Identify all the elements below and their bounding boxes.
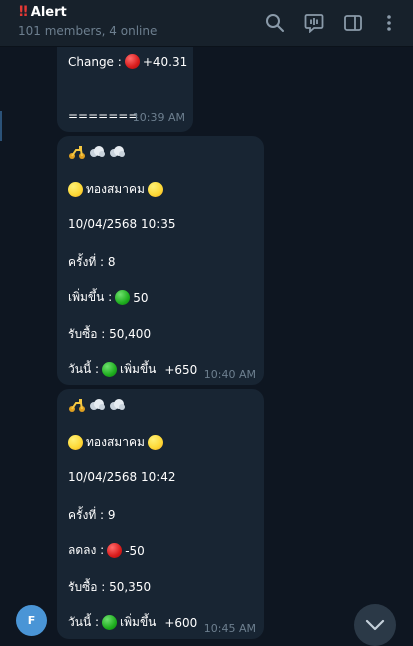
today-value: +600 [164,615,198,630]
today-label: วันนี้ : [68,615,100,629]
gold-association-name: ทองสมาคม [86,182,145,196]
scroll-to-bottom-button[interactable] [354,604,396,646]
message-list[interactable]: Change : +40.31 ======= 10:39 AM ทองสมาค… [0,47,413,641]
emoji-row [68,144,126,160]
more-icon[interactable] [378,12,400,34]
today-direction: เพิ่มขึ้น [120,615,157,629]
emoji-row [68,397,126,413]
red-circle-icon [107,543,123,558]
change-direction-label: เพิ่มขึ้น : [68,290,113,304]
avatar[interactable]: F [16,605,47,636]
avatar-initial: F [27,614,36,627]
today-label: วันนี้ : [68,362,100,376]
buy-price: รับซื้อ : 50,350 [68,580,152,594]
message-bubble[interactable]: ทองสมาคม 10/04/2568 10:42 ครั้งที่ : 9 ล… [57,389,264,639]
yellow-circle-icon [147,182,163,197]
chevron-down-icon [365,619,385,631]
green-circle-icon [102,615,118,630]
dash-icon [110,146,125,157]
message-time: 10:45 AM [203,622,256,635]
dash-icon [110,399,125,410]
search-icon[interactable] [264,12,286,34]
dash-icon [90,399,105,410]
round-number: ครั้งที่ : 8 [68,255,116,269]
separator-text: ======= [68,109,139,123]
message-datetime: 10/04/2568 10:35 [68,217,176,231]
yellow-circle-icon [68,182,83,197]
yellow-circle-icon [147,435,163,450]
gold-name-line: ทองสมาคม [68,180,166,199]
message-datetime: 10/04/2568 10:42 [68,470,176,484]
yellow-circle-icon [68,435,83,450]
change-direction-label: ลดลง : [68,543,105,557]
gold-association-name: ทองสมาคม [86,435,145,449]
today-change-line: วันนี้ : เพิ่มขึ้น +650 [68,360,197,379]
double-exclamation-icon: !! [18,4,29,20]
message-bubble[interactable]: ทองสมาคม 10/04/2568 10:35 ครั้งที่ : 8 เ… [57,136,264,385]
price-change-line: เพิ่มขึ้น : 50 [68,288,148,307]
gold-name-line: ทองสมาคม [68,433,166,452]
change-amount: -50 [125,543,145,558]
today-direction: เพิ่มขึ้น [120,362,157,376]
motor-scooter-icon [69,399,85,412]
dash-icon [90,146,105,157]
chat-title-row[interactable]: !! Alert [18,4,67,20]
price-change-line: ลดลง : -50 [68,541,145,560]
chat-header: !! Alert 101 members, 4 online [0,0,413,47]
change-label: Change : [68,54,122,69]
round-number: ครั้งที่ : 9 [68,508,116,522]
motor-scooter-icon [69,146,85,159]
chat-title[interactable]: Alert [31,5,67,20]
buy-price: รับซื้อ : 50,400 [68,327,152,341]
live-stream-icon[interactable] [303,12,325,34]
message-time: 10:40 AM [203,368,256,381]
sidebar-toggle-icon[interactable] [342,12,364,34]
green-circle-icon [115,290,131,305]
today-change-line: วันนี้ : เพิ่มขึ้น +600 [68,613,197,632]
unread-indicator [0,111,2,141]
green-circle-icon [102,362,118,377]
chat-subtitle: 101 members, 4 online [18,24,158,38]
message-bubble[interactable]: Change : +40.31 ======= 10:39 AM [57,47,193,132]
message-line: Change : +40.31 [68,54,187,69]
change-value: +40.31 [142,54,188,69]
today-value: +650 [164,362,198,377]
red-circle-icon [124,54,140,69]
change-amount: 50 [133,290,149,305]
message-time: 10:39 AM [132,111,185,124]
